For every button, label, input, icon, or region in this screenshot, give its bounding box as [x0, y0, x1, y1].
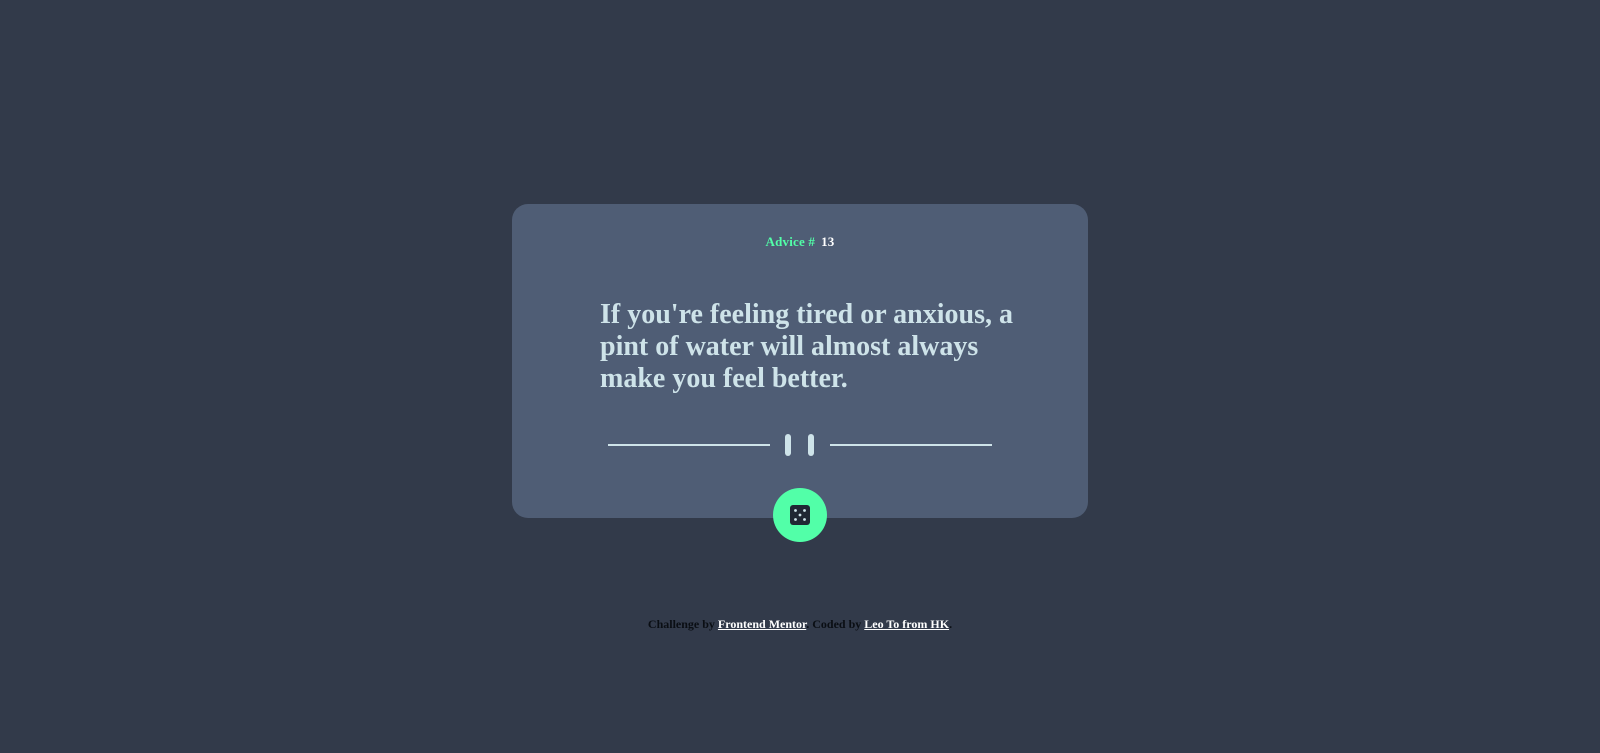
advice-card: Advice # 13 If you're feeling tired or an…	[512, 204, 1088, 518]
new-advice-button[interactable]	[773, 488, 827, 542]
frontend-mentor-link[interactable]: Frontend Mentor	[718, 617, 806, 631]
divider-line-left	[608, 444, 770, 446]
advice-id: 13	[821, 234, 835, 249]
pause-bar-right	[808, 434, 814, 456]
advice-quote: If you're feeling tired or anxious, a pi…	[600, 299, 1013, 394]
dice-icon	[790, 505, 810, 525]
attribution-footer: Challenge by Frontend Mentor. Coded by L…	[647, 617, 953, 631]
advice-heading: Advice # 13	[512, 234, 1088, 250]
coded-by-text: Coded by	[812, 617, 862, 631]
challenge-text: Challenge by	[647, 617, 715, 631]
divider-line-right	[830, 444, 992, 446]
pause-bar-left	[785, 434, 791, 456]
author-link[interactable]: Leo To from HK	[864, 617, 949, 631]
advice-label: Advice #	[765, 234, 816, 249]
